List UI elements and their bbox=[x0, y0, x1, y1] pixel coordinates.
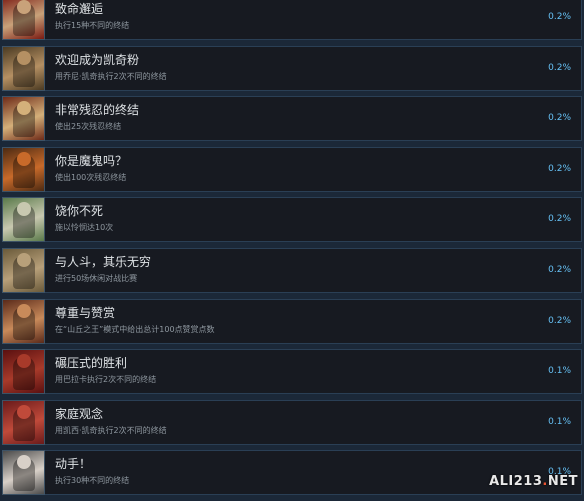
achievement-percent: 0.2% bbox=[548, 62, 571, 73]
achievement-description: 使出25次残忍终结 bbox=[55, 122, 122, 132]
achievement-title: 尊重与赞赏 bbox=[55, 305, 116, 320]
achievement-title: 家庭观念 bbox=[55, 406, 104, 421]
achievement-percent: 0.2% bbox=[548, 315, 571, 326]
achievement-percent: 0.2% bbox=[548, 12, 571, 22]
achievement-row[interactable]: 你是魔鬼吗？ 使出100次残忍终结 0.2% bbox=[2, 146, 582, 192]
achievement-percent: 0.2% bbox=[548, 163, 571, 174]
achievement-description: 用凯西·凯奇执行2次不同的终结 bbox=[55, 425, 167, 435]
watermark-logo: ALI213.NET bbox=[489, 474, 578, 489]
achievement-list: 致命邂逅 执行15种不同的终结 0.2% 欢迎成为凯奇粉 用乔尼·凯奇执行2次不… bbox=[0, 0, 584, 501]
achievement-description: 执行30种不同的终结 bbox=[55, 476, 130, 486]
achievement-icon bbox=[2, 349, 45, 395]
achievement-title: 致命邂逅 bbox=[55, 2, 104, 16]
achievement-icon bbox=[2, 146, 45, 192]
achievement-description: 在“山丘之王”模式中给出总计100点赞赏点数 bbox=[55, 324, 215, 334]
achievement-title: 饶你不死 bbox=[55, 204, 104, 219]
achievement-percent: 0.2% bbox=[548, 113, 571, 124]
achievement-description: 施以怜悯达10次 bbox=[55, 223, 114, 233]
achievement-percent: 0.1% bbox=[548, 366, 571, 377]
achievement-row[interactable]: 与人斗，其乐无穷 进行50场休闲对战比赛 0.2% bbox=[2, 247, 582, 293]
achievement-description: 用巴拉卡执行2次不同的终结 bbox=[55, 375, 157, 385]
achievement-description: 使出100次残忍终结 bbox=[55, 172, 127, 182]
achievement-icon bbox=[2, 298, 45, 344]
achievement-row[interactable]: 非常残忍的终结 使出25次残忍终结 0.2% bbox=[2, 96, 582, 142]
achievement-row[interactable]: 致命邂逅 执行15种不同的终结 0.2% bbox=[2, 0, 582, 40]
achievement-icon bbox=[2, 399, 45, 445]
achievement-title: 欢迎成为凯奇粉 bbox=[55, 52, 140, 67]
achievement-title: 非常残忍的终结 bbox=[55, 103, 140, 118]
achievement-percent: 0.1% bbox=[548, 416, 571, 427]
achievement-icon bbox=[2, 450, 45, 496]
achievement-row[interactable]: 尊重与赞赏 在“山丘之王”模式中给出总计100点赞赏点数 0.2% bbox=[2, 298, 582, 344]
achievement-percent: 0.2% bbox=[548, 264, 571, 275]
achievement-percent: 0.2% bbox=[548, 214, 571, 225]
achievement-description: 用乔尼·凯奇执行2次不同的终结 bbox=[55, 71, 167, 81]
achievement-icon bbox=[2, 197, 45, 243]
achievement-icon bbox=[2, 96, 45, 142]
achievement-row[interactable]: 家庭观念 用凯西·凯奇执行2次不同的终结 0.1% bbox=[2, 399, 582, 445]
achievement-icon bbox=[2, 45, 45, 91]
achievement-row[interactable]: 饶你不死 施以怜悯达10次 0.2% bbox=[2, 197, 582, 243]
achievement-title: 你是魔鬼吗？ bbox=[55, 153, 128, 168]
achievement-title: 动手！ bbox=[55, 457, 92, 472]
achievement-row[interactable]: 碾压式的胜利 用巴拉卡执行2次不同的终结 0.1% bbox=[2, 349, 582, 395]
achievement-description: 进行50场休闲对战比赛 bbox=[55, 273, 138, 283]
achievement-row[interactable]: 欢迎成为凯奇粉 用乔尼·凯奇执行2次不同的终结 0.2% bbox=[2, 45, 582, 91]
achievement-icon bbox=[2, 0, 45, 40]
achievement-description: 执行15种不同的终结 bbox=[55, 21, 130, 30]
achievement-icon bbox=[2, 247, 45, 293]
achievement-title: 碾压式的胜利 bbox=[55, 356, 128, 371]
achievement-title: 与人斗，其乐无穷 bbox=[55, 254, 152, 269]
